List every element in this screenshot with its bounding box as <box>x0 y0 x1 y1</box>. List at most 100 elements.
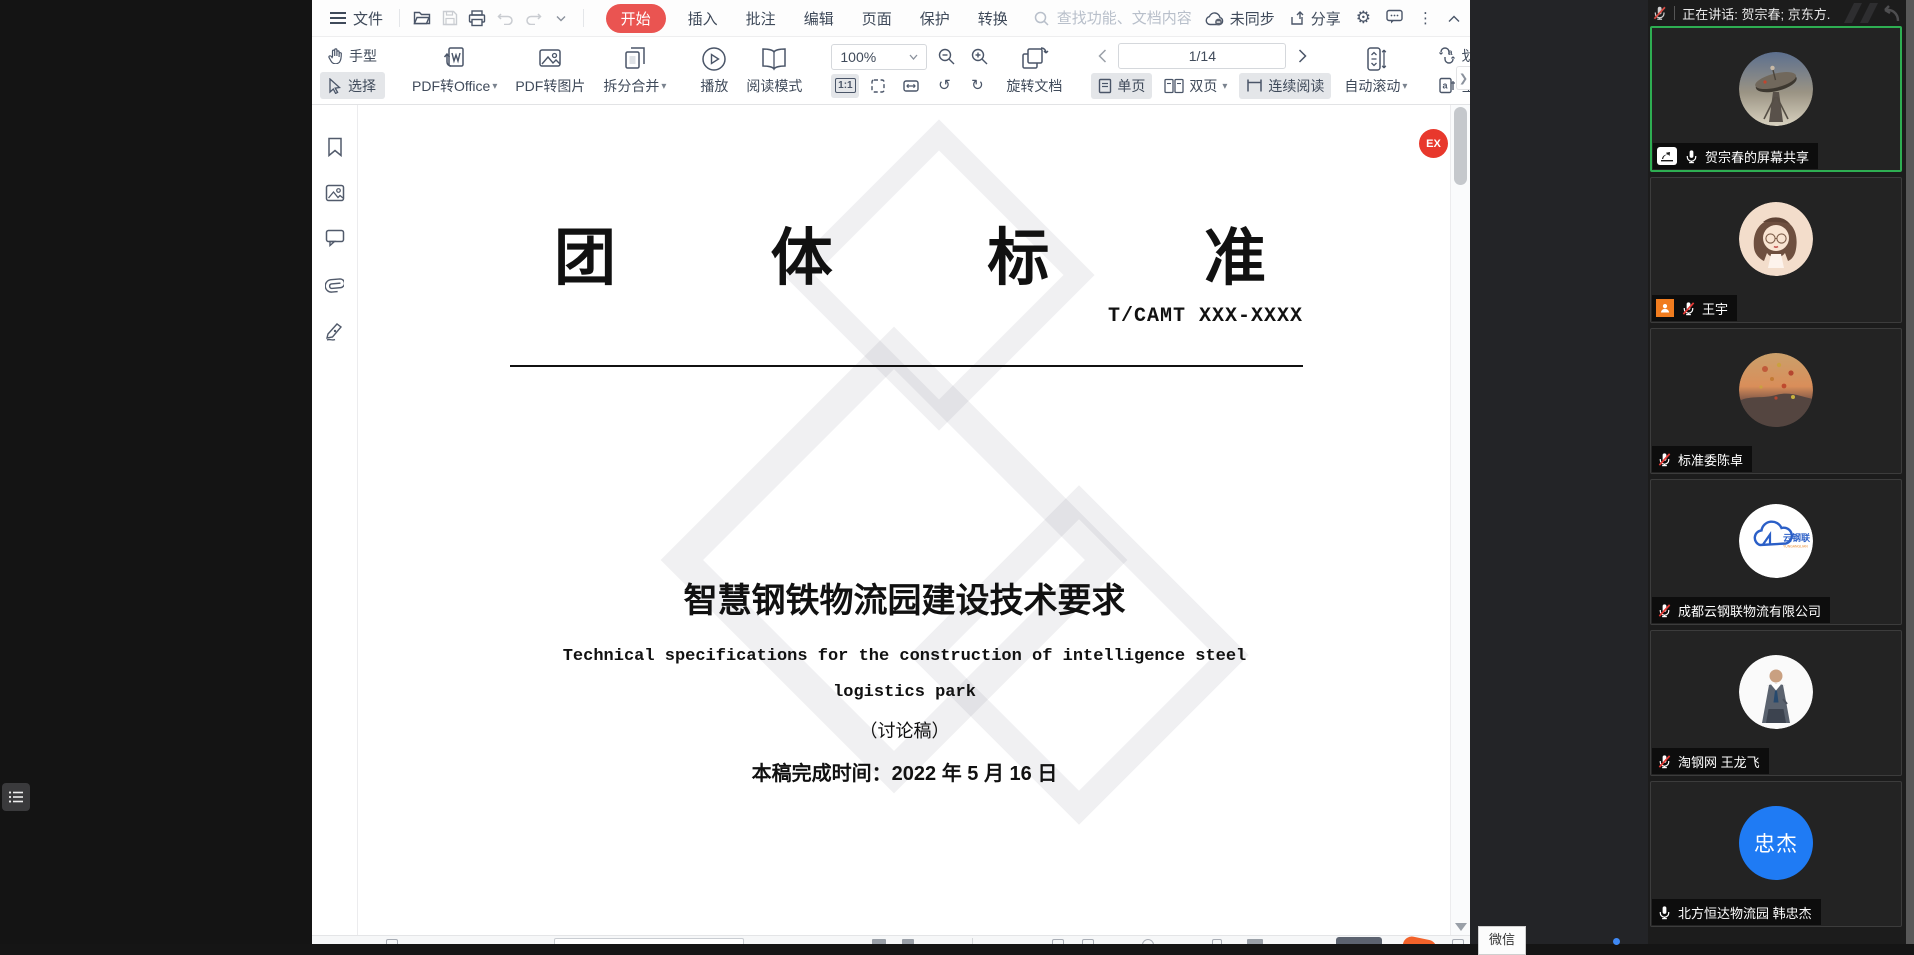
redo-button[interactable] <box>521 6 545 30</box>
attachments-panel-button[interactable] <box>325 274 344 299</box>
status-input[interactable] <box>554 938 744 944</box>
participant-tile[interactable]: 云钢联 YUNGANGLIAN 成都云钢联物流有限公司 <box>1650 479 1902 625</box>
tab-edit[interactable]: 编辑 <box>804 8 834 29</box>
more-options-button[interactable]: ⋮ <box>1418 9 1433 27</box>
search-box[interactable] <box>1034 9 1205 28</box>
status-icon[interactable] <box>1336 937 1382 944</box>
thumbnails-panel-button[interactable] <box>325 184 345 207</box>
status-icon[interactable] <box>1082 939 1094 944</box>
fit-width-icon <box>902 79 920 93</box>
zoom-in-icon <box>971 48 988 65</box>
fit-page-button[interactable] <box>864 74 892 98</box>
status-icon[interactable] <box>1452 939 1464 944</box>
feedback-button[interactable] <box>1386 9 1403 28</box>
speaking-header: 正在讲话: 贺宗春; 京东方... <box>1648 0 1906 26</box>
participants-scrollbar[interactable] <box>1906 0 1914 944</box>
word-translate-button[interactable]: a 划词 <box>1438 43 1470 69</box>
save-button[interactable] <box>438 6 462 30</box>
participant-tile[interactable]: 淘钢网 王龙飞 <box>1650 630 1902 776</box>
split-merge-button[interactable]: 拆分合并▾ <box>594 40 675 102</box>
share-button[interactable]: 分享 <box>1290 8 1341 29</box>
file-menu-label: 文件 <box>353 8 383 29</box>
mic-muted-icon <box>1656 451 1672 467</box>
next-page-button[interactable] <box>1291 44 1313 68</box>
document-content: EX 团 体 标 准 T/CAMT XXX-XXXX 智慧钢铁物流园建设技术要求… <box>359 105 1450 935</box>
wechat-tooltip: 微信 <box>1478 926 1526 955</box>
split-merge-label: 拆分合并 <box>603 76 659 96</box>
status-icon[interactable] <box>872 939 886 944</box>
continuous-read-button[interactable]: 连续阅读 <box>1239 73 1331 99</box>
bookmarks-panel-button[interactable] <box>326 137 344 162</box>
participant-label: 淘钢网 王龙飞 <box>1652 748 1769 774</box>
participant-tile[interactable]: 王宇 <box>1650 177 1902 323</box>
share-label: 分享 <box>1311 8 1341 29</box>
expand-list-button[interactable] <box>2 783 30 811</box>
scroll-down-arrow[interactable] <box>1455 923 1467 931</box>
toolbar-expander-button[interactable]: ❯ <box>1456 66 1470 90</box>
zoom-out-button[interactable] <box>932 45 960 69</box>
header-decor-arrows-icon <box>1838 1 1902 25</box>
fit-width-button[interactable] <box>897 74 925 98</box>
draft-note: （讨论稿） <box>359 717 1450 743</box>
status-icon[interactable] <box>386 939 398 944</box>
full-translate-icon: a <box>1438 77 1456 94</box>
zoom-out-icon <box>938 48 955 65</box>
collapse-ribbon-button[interactable] <box>1448 10 1460 27</box>
double-page-label: 双页 <box>1189 76 1217 96</box>
zoom-in-button[interactable] <box>965 45 993 69</box>
participant-tile[interactable]: 标准委陈卓 <box>1650 328 1902 474</box>
participant-tile[interactable]: 忠杰 北方恒达物流园 韩忠杰 <box>1650 781 1902 927</box>
comments-panel-button[interactable] <box>325 229 345 252</box>
play-button[interactable]: 播放 <box>691 40 737 102</box>
previous-page-button[interactable] <box>1091 44 1113 68</box>
wps-red-badge-icon[interactable]: EX <box>1419 129 1448 158</box>
search-input[interactable] <box>1055 9 1205 28</box>
pdf-app-window: 文件 开始 插入 批注 编辑 页面 保护 转换 <box>312 0 1470 944</box>
document-page[interactable]: EX 团 体 标 准 T/CAMT XXX-XXXX 智慧钢铁物流园建设技术要求… <box>359 105 1450 935</box>
select-tool-button[interactable]: 选择 <box>320 72 385 99</box>
rotate-document-button[interactable]: 旋转文档 <box>997 40 1071 102</box>
tab-convert[interactable]: 转换 <box>978 8 1008 29</box>
more-quick-actions-button[interactable] <box>549 6 573 30</box>
zoom-select[interactable]: 100% <box>831 44 927 70</box>
print-button[interactable] <box>466 6 490 30</box>
book-icon <box>760 46 788 72</box>
status-icon[interactable] <box>1247 939 1263 944</box>
actual-size-label: 1:1 <box>835 78 855 93</box>
settings-gear-button[interactable]: ⚙ <box>1356 8 1371 28</box>
undo-button[interactable] <box>493 6 517 30</box>
play-icon <box>701 46 727 72</box>
pdf-to-image-button[interactable]: PDF转图片 <box>506 40 594 102</box>
pdf-to-office-button[interactable]: PDF转Office▾ <box>403 40 506 102</box>
rotate-left-button[interactable]: ↺ <box>930 74 958 98</box>
signature-panel-button[interactable] <box>324 321 345 346</box>
sync-status-button[interactable]: 未同步 <box>1205 8 1275 29</box>
status-icon[interactable] <box>1052 939 1064 944</box>
image-icon <box>325 184 345 202</box>
single-page-button[interactable]: 单页 <box>1091 73 1152 99</box>
tab-comment[interactable]: 批注 <box>746 8 776 29</box>
hand-tool-button[interactable]: 手型 <box>320 42 385 69</box>
chevron-down-icon: ▾ <box>1402 81 1407 92</box>
rotate-right-button[interactable]: ↻ <box>963 74 991 98</box>
participant-tile[interactable]: 贺宗春的屏幕共享 <box>1650 26 1902 172</box>
wps-orange-logo-icon[interactable] <box>1398 935 1438 944</box>
scrollbar-thumb[interactable] <box>1454 107 1467 185</box>
status-icon[interactable] <box>902 939 914 944</box>
double-page-button[interactable]: 双页▾ <box>1157 73 1234 99</box>
tab-home[interactable]: 开始 <box>606 4 666 33</box>
status-icon[interactable] <box>1212 939 1222 944</box>
avatar <box>1739 52 1813 126</box>
tab-page[interactable]: 页面 <box>862 8 892 29</box>
status-icon[interactable] <box>1142 939 1154 944</box>
page-indicator-input[interactable] <box>1118 43 1286 69</box>
file-menu[interactable]: 文件 <box>322 8 391 29</box>
actual-size-button[interactable]: 1:1 <box>831 74 859 98</box>
document-title: 智慧钢铁物流园建设技术要求 <box>359 573 1450 622</box>
tab-insert[interactable]: 插入 <box>688 8 718 29</box>
read-mode-button[interactable]: 阅读模式 <box>737 40 811 102</box>
open-file-button[interactable] <box>410 6 434 30</box>
auto-scroll-button[interactable]: 自动滚动▾ <box>1335 40 1416 102</box>
tab-protect[interactable]: 保护 <box>920 8 950 29</box>
vertical-scrollbar[interactable] <box>1450 105 1470 935</box>
